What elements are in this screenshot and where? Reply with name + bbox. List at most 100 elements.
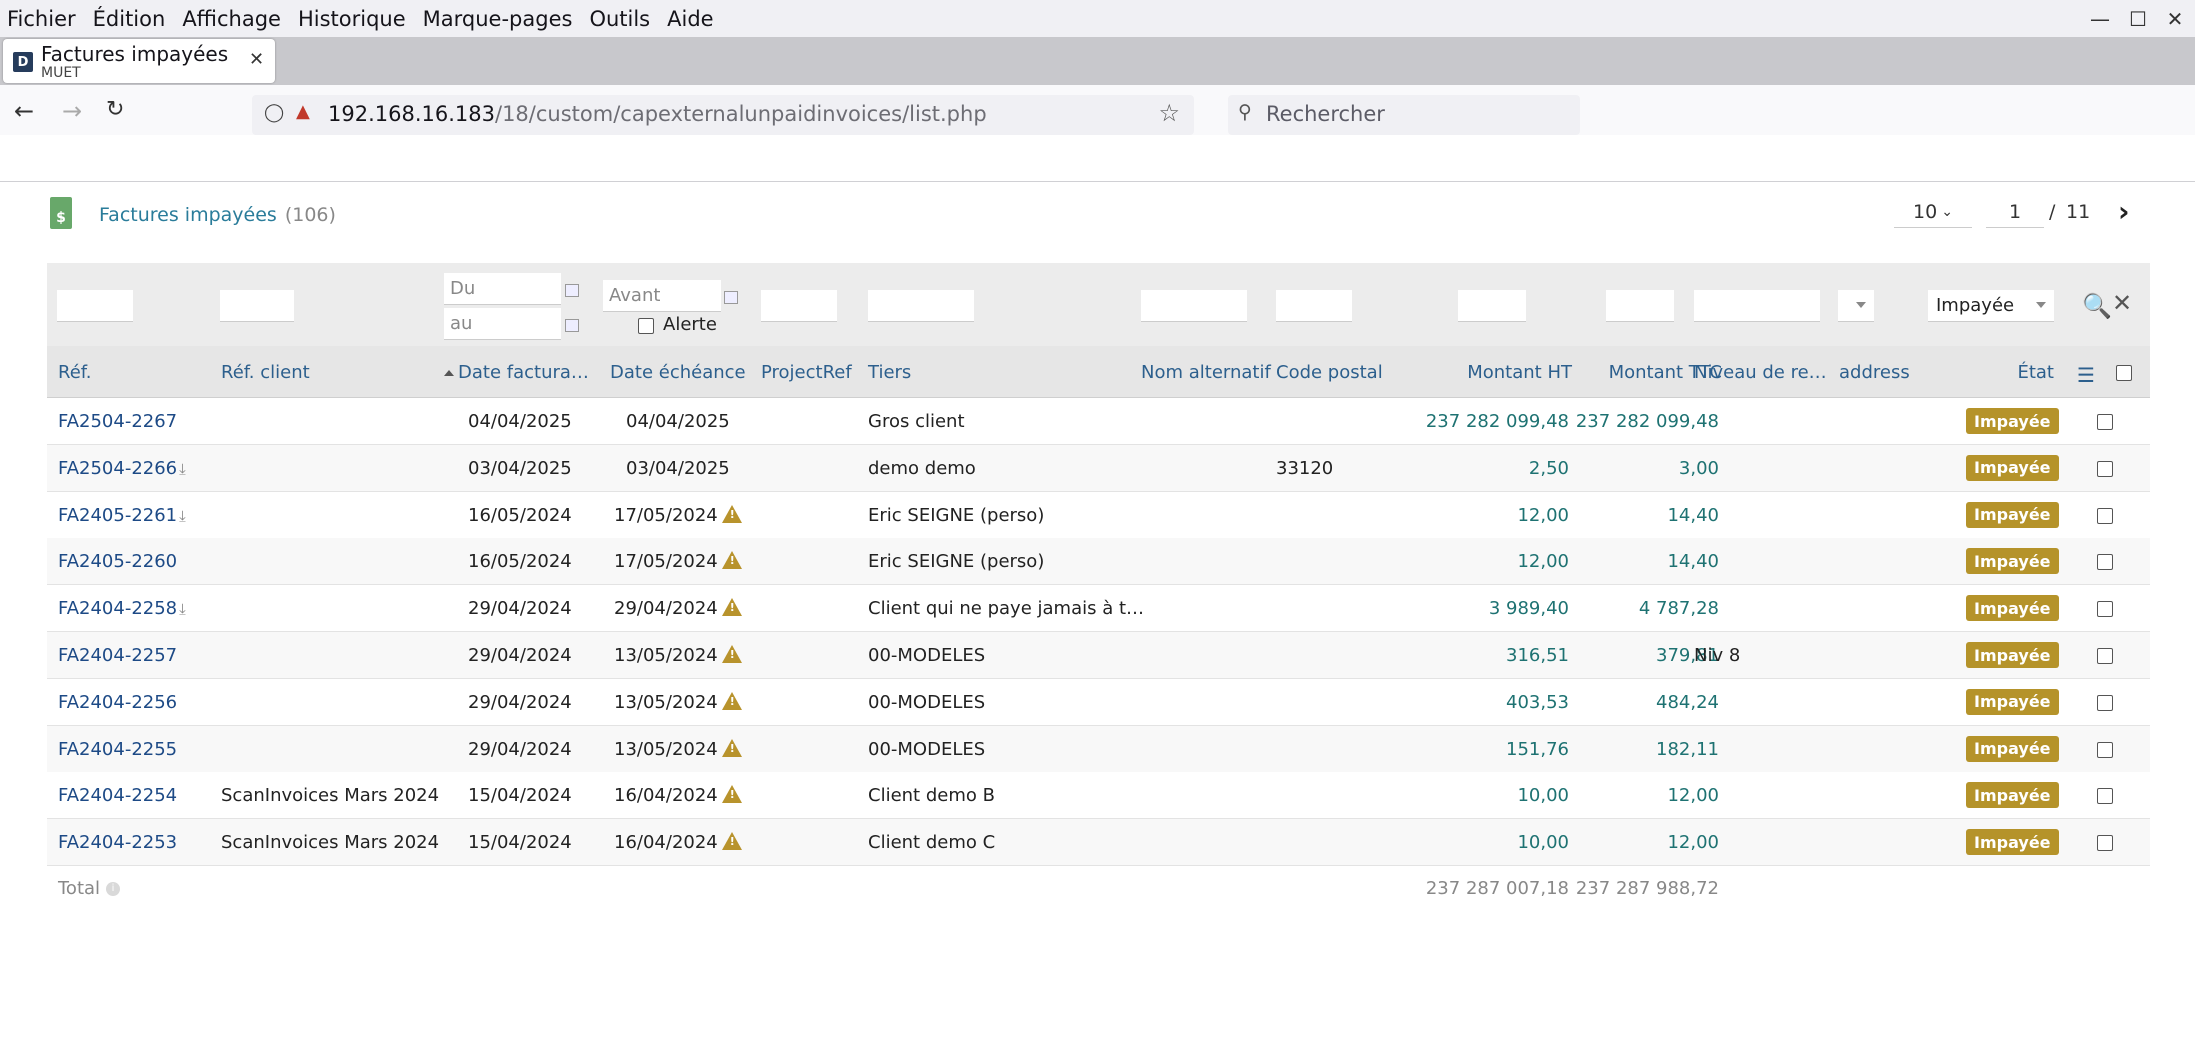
forward-icon[interactable]: → xyxy=(62,97,82,125)
filter-date-to-input[interactable]: au xyxy=(444,308,561,340)
filter-address-select[interactable] xyxy=(1838,290,1874,322)
invoice-ref-link[interactable]: FA2404-2254 xyxy=(58,785,177,806)
invoice-ref-link[interactable]: FA2404-2255 xyxy=(58,739,177,760)
close-icon[interactable]: ✕ xyxy=(2155,0,2195,37)
row-checkbox[interactable] xyxy=(2097,460,2113,477)
maximize-icon[interactable]: ☐ xyxy=(2118,0,2158,37)
invoice-ref: FA2405-2261 xyxy=(58,504,178,526)
thirdparty-link[interactable]: Client demo B xyxy=(868,785,995,806)
invoice-ref-link[interactable]: FA2404-2258 ⤓ xyxy=(58,598,186,619)
invoice-ref-link[interactable]: FA2504-2266 ⤓ xyxy=(58,458,186,479)
col-level[interactable]: Niveau de re… xyxy=(1694,362,1827,383)
filter-ref-input[interactable] xyxy=(57,290,133,322)
download-icon[interactable]: ⤓ xyxy=(179,460,186,478)
thirdparty-link[interactable]: demo demo xyxy=(868,458,976,479)
filter-amount-ht-input[interactable] xyxy=(1458,290,1526,322)
menu-outils[interactable]: Outils xyxy=(589,7,650,31)
download-icon[interactable]: ⤓ xyxy=(179,600,186,618)
invoice-ref-link[interactable]: FA2404-2257 xyxy=(58,645,177,666)
filter-date-from-input[interactable]: Du xyxy=(444,273,561,305)
col-zip[interactable]: Code postal xyxy=(1276,362,1383,383)
invoice-ref-link[interactable]: FA2405-2261 ⤓ xyxy=(58,505,186,526)
invoice-ref-link[interactable]: FA2405-2260 xyxy=(58,551,177,572)
filter-due-before-input[interactable]: Avant xyxy=(603,280,721,312)
table-row: FA2404-2255 29/04/2024 13/05/2024 00-MODELE… xyxy=(47,725,2150,773)
calendar-icon[interactable] xyxy=(724,291,738,304)
thirdparty-link[interactable]: 00-MODELES xyxy=(868,692,985,713)
invoice-ref-link[interactable]: FA2404-2253 xyxy=(58,832,177,853)
thirdparty-link[interactable]: 00-MODELES xyxy=(868,645,985,666)
thirdparty-link[interactable]: 00-MODELES xyxy=(868,739,985,760)
filter-alert-checkbox[interactable] xyxy=(638,318,654,334)
row-checkbox[interactable] xyxy=(2097,601,2113,618)
col-amount-ht[interactable]: Montant HT xyxy=(1427,362,1572,383)
download-icon[interactable]: ⤓ xyxy=(179,507,186,525)
col-ref[interactable]: Réf. xyxy=(58,362,92,383)
url-text[interactable]: 192.168.16.183/18/custom/capexternalunpa… xyxy=(328,102,987,126)
column-selector-icon[interactable]: ☰ xyxy=(2077,363,2095,387)
thirdparty-link[interactable]: Eric SEIGNE (perso) xyxy=(868,551,1044,572)
invoice-ref-link[interactable]: FA2504-2267 xyxy=(58,411,177,432)
row-checkbox[interactable] xyxy=(2097,414,2113,430)
row-checkbox[interactable] xyxy=(2097,835,2113,852)
info-icon[interactable]: i xyxy=(106,882,121,896)
col-ref-client[interactable]: Réf. client xyxy=(221,362,310,383)
status-badge: Impayée xyxy=(1966,782,2059,809)
row-checkbox[interactable] xyxy=(2097,788,2113,805)
amount-ttc: 12,00 xyxy=(1667,785,1719,807)
tab-factures-impayees[interactable]: D Factures impayées MUET ✕ xyxy=(3,39,275,83)
row-checkbox[interactable] xyxy=(2097,507,2113,524)
menu-historique[interactable]: Historique xyxy=(298,7,406,31)
thirdparty-link[interactable]: Client qui ne paye jamais à t… xyxy=(868,598,1144,619)
col-alt-name[interactable]: Nom alternatif xyxy=(1141,362,1271,383)
ref-client: ScanInvoices Mars 2024 xyxy=(221,832,440,854)
shield-icon[interactable]: ◯ xyxy=(264,102,284,123)
col-address[interactable]: address xyxy=(1839,362,1910,383)
page-size-select[interactable]: 10 ⌄ xyxy=(1894,196,1972,228)
row-checkbox[interactable] xyxy=(2097,741,2113,758)
filter-level-input[interactable] xyxy=(1694,290,1820,322)
clear-filters-icon[interactable]: ✕ xyxy=(2112,289,2132,317)
menu-aide[interactable]: Aide xyxy=(667,7,713,31)
col-thirdparty[interactable]: Tiers xyxy=(868,362,911,383)
filter-thirdparty-input[interactable] xyxy=(868,290,974,322)
next-page-icon[interactable]: › xyxy=(2118,195,2130,228)
calendar-icon[interactable] xyxy=(565,319,579,332)
date-due: 16/04/2024 xyxy=(614,832,742,853)
thirdparty-link[interactable]: Eric SEIGNE (perso) xyxy=(868,505,1044,526)
table-row: FA2405-2261⤓ 16/05/2024 17/05/2024 Eric SEI… xyxy=(47,491,2150,539)
filter-zip-input[interactable] xyxy=(1276,290,1352,322)
thirdparty-link[interactable]: Client demo C xyxy=(868,832,995,853)
row-checkbox[interactable] xyxy=(2097,648,2113,664)
col-date-invoice[interactable]: Date factura… xyxy=(444,362,589,383)
url-bar[interactable]: ◯ ▲ 192.168.16.183/18/custom/capexternal… xyxy=(252,95,1194,135)
minimize-icon[interactable]: — xyxy=(2080,0,2120,37)
calendar-icon[interactable] xyxy=(565,284,579,297)
menu-marque-pages[interactable]: Marque-pages xyxy=(423,7,573,31)
filter-status-select[interactable]: Impayée xyxy=(1928,290,2054,322)
filter-amount-ttc-input[interactable] xyxy=(1606,290,1674,322)
menu-fichier[interactable]: Fichier xyxy=(7,7,76,31)
page-number-input[interactable]: 1 xyxy=(1986,196,2044,228)
col-date-due[interactable]: Date échéance xyxy=(610,362,746,383)
row-checkbox[interactable] xyxy=(2097,554,2113,571)
tab-close-icon[interactable]: ✕ xyxy=(249,49,264,70)
browser-search-input[interactable]: ⚲ Rechercher xyxy=(1228,95,1580,135)
filter-ref-client-input[interactable] xyxy=(220,290,294,322)
thirdparty-link[interactable]: Gros client xyxy=(868,411,965,432)
star-icon[interactable]: ☆ xyxy=(1158,99,1180,127)
reload-icon[interactable]: ↻ xyxy=(106,97,124,122)
col-status[interactable]: État xyxy=(1977,362,2054,383)
filter-project-ref-input[interactable] xyxy=(761,290,837,322)
menu-affichage[interactable]: Affichage xyxy=(182,7,281,31)
menu-edition[interactable]: Édition xyxy=(93,7,166,31)
col-project-ref[interactable]: ProjectRef xyxy=(761,362,852,383)
select-all-checkbox[interactable] xyxy=(2116,365,2132,381)
filter-alt-name-input[interactable] xyxy=(1141,290,1247,322)
search-button[interactable]: 🔍 xyxy=(2082,292,2112,320)
date-invoice: 16/05/2024 xyxy=(468,551,572,573)
back-icon[interactable]: ← xyxy=(14,97,34,125)
lock-icon[interactable]: ▲ xyxy=(296,101,310,122)
invoice-ref-link[interactable]: FA2404-2256 xyxy=(58,692,177,713)
row-checkbox[interactable] xyxy=(2097,694,2113,711)
